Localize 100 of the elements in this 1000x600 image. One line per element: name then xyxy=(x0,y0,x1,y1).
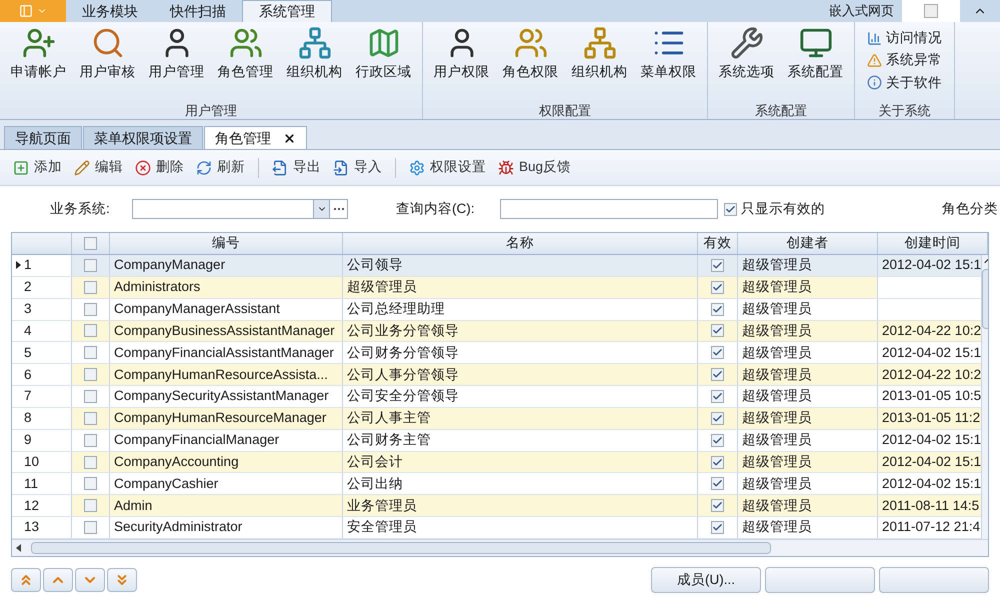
ribbon-button[interactable]: 申请帐户 xyxy=(4,26,73,82)
checkbox[interactable] xyxy=(711,324,724,338)
dialog-button[interactable] xyxy=(879,567,989,593)
toolbar-button[interactable]: Bug反馈 xyxy=(495,157,574,178)
ribbon-button[interactable]: 行政区域 xyxy=(349,26,418,82)
move-button[interactable] xyxy=(43,568,73,592)
browse-icon[interactable] xyxy=(329,200,347,218)
table-row[interactable]: 2 Administrators 超级管理员 超级管理员 xyxy=(12,276,982,299)
table-row[interactable]: 12 Admin 业务管理员 超级管理员 2011-08-11 14:5 xyxy=(12,495,982,518)
ribbon-button[interactable]: 用户权限 xyxy=(427,26,496,82)
table-cell: 超级管理员 xyxy=(738,364,878,386)
table-row[interactable]: 4 CompanyBusinessAssistantManager 公司业务分管领导 超级管理员 2012-04-22 10:2 xyxy=(12,320,982,342)
document-tab[interactable]: 菜单权限项设置 xyxy=(83,126,203,149)
checkbox[interactable] xyxy=(84,456,97,469)
field-label: 查询内容(C): xyxy=(396,200,476,218)
ribbon-tab[interactable]: 快件扫描 xyxy=(154,0,242,22)
ribbon-button[interactable]: 组织机构 xyxy=(565,26,634,82)
checkbox[interactable] xyxy=(84,434,97,447)
move-button[interactable] xyxy=(75,568,105,592)
move-button[interactable] xyxy=(11,568,41,592)
checkbox[interactable] xyxy=(711,302,724,316)
table-row[interactable]: 13 SecurityAdministrator 安全管理员 超级管理员 2011-07-12 21:4 xyxy=(12,517,982,539)
table-cell: 超级管理员 xyxy=(738,473,878,494)
column-header[interactable]: 名称 xyxy=(343,233,698,254)
checkbox[interactable] xyxy=(84,346,97,360)
ribbon-button[interactable]: 用户管理 xyxy=(142,26,211,82)
checkbox[interactable] xyxy=(711,258,724,272)
window-restore-icon[interactable] xyxy=(924,4,938,18)
monitor-icon xyxy=(798,26,832,60)
checkbox[interactable] xyxy=(711,280,724,294)
table-cell: 公司总经理助理 xyxy=(343,298,698,320)
checkbox[interactable] xyxy=(711,434,724,447)
ribbon-tab[interactable]: 系统管理 xyxy=(242,0,332,22)
table-row[interactable]: 8 CompanyHumanResourceManager 公司人事主管 超级管理员 2013-01-05 11:2 xyxy=(12,408,982,430)
checkbox[interactable] xyxy=(84,324,97,338)
dialog-button[interactable]: 成员(U)... xyxy=(651,567,761,593)
ribbon-small-button[interactable]: 访问情况 xyxy=(867,28,942,48)
scroll-left-icon[interactable] xyxy=(16,544,21,552)
checkbox[interactable] xyxy=(84,280,97,294)
ribbon-tab[interactable]: 业务模块 xyxy=(66,0,154,22)
table-cell-text: 2013-01-05 11:2 xyxy=(882,409,980,428)
table-cell-text: 2012-04-22 10:2 xyxy=(882,322,982,340)
table-row[interactable]: 9 CompanyFinancialManager 公司财务主管 超级管理员 2012-04-02 15:1 xyxy=(12,430,982,452)
checkbox[interactable] xyxy=(84,390,97,403)
table-row[interactable]: 11 CompanyCashier 公司出纳 超级管理员 2012-04-02 15:1 xyxy=(12,473,982,496)
checkbox[interactable] xyxy=(724,202,737,216)
column-header[interactable]: 有效 xyxy=(698,233,738,254)
checkbox[interactable] xyxy=(711,477,724,490)
table-row[interactable]: 7 CompanySecurityAssistantManager 公司安全分管领导 超级管理员 2013-01-05 10:5 xyxy=(12,386,982,408)
toolbar-button[interactable]: 导入 xyxy=(330,157,385,178)
app-menu-button[interactable] xyxy=(0,0,66,22)
checkbox[interactable] xyxy=(84,499,97,512)
table-cell: 公司财务分管领导 xyxy=(343,342,698,364)
checkbox[interactable] xyxy=(711,499,724,512)
toolbar-button[interactable]: 权限设置 xyxy=(406,157,489,178)
checkbox[interactable] xyxy=(84,302,97,316)
toolbar-button[interactable]: 刷新 xyxy=(193,157,248,178)
field-label: 业务系统: xyxy=(50,200,111,218)
document-tab[interactable]: 导航页面 xyxy=(4,126,82,149)
column-header[interactable]: 创建者 xyxy=(738,233,878,254)
checkbox[interactable] xyxy=(84,477,97,490)
toolbar-button[interactable]: 删除 xyxy=(132,157,187,178)
toolbar-button[interactable]: 导出 xyxy=(269,157,324,178)
checkbox[interactable] xyxy=(711,521,724,534)
document-tab[interactable]: 角色管理 xyxy=(204,126,307,149)
dialog-button[interactable] xyxy=(765,567,875,593)
ribbon-button[interactable]: 用户审核 xyxy=(73,26,142,82)
ribbon-small-button[interactable]: 关于软件 xyxy=(867,72,942,93)
checkbox[interactable] xyxy=(84,237,97,250)
checkbox[interactable] xyxy=(711,368,724,382)
ribbon-button[interactable]: 组织机构 xyxy=(280,26,349,82)
ribbon-button[interactable]: 菜单权限 xyxy=(634,26,703,82)
checkbox[interactable] xyxy=(84,258,97,272)
table-row[interactable]: 6 CompanyHumanResourceAssista... 公司人事分管领导 超级管理员 2012-04-22 10:2 xyxy=(12,364,982,386)
checkbox[interactable] xyxy=(84,412,97,425)
ribbon-small-button[interactable]: 系统异常 xyxy=(867,50,942,70)
ribbon-button[interactable]: 角色管理 xyxy=(211,26,280,82)
checkbox[interactable] xyxy=(711,346,724,360)
move-button[interactable] xyxy=(107,568,137,592)
horizontal-scrollbar[interactable] xyxy=(12,539,988,556)
table-row[interactable]: 1 CompanyManager 公司领导 超级管理员 2012-04-02 15:1 xyxy=(12,255,982,277)
checkbox[interactable] xyxy=(711,390,724,403)
checkbox[interactable] xyxy=(711,412,724,425)
table-row[interactable]: 3 CompanyManagerAssistant 公司总经理助理 超级管理员 xyxy=(12,298,982,321)
checkbox[interactable] xyxy=(84,521,97,534)
query-field[interactable] xyxy=(500,199,718,219)
table-row[interactable]: 10 CompanyAccounting 公司会计 超级管理员 2012-04-02 15:1 xyxy=(12,452,982,474)
embedded-web-label: 嵌入式网页 xyxy=(829,2,894,20)
toolbar-button[interactable]: 编辑 xyxy=(71,157,126,178)
checkbox[interactable] xyxy=(711,456,724,469)
checkbox[interactable] xyxy=(84,368,97,382)
toolbar-button[interactable]: 添加 xyxy=(10,157,65,178)
ribbon-button[interactable]: 系统配置 xyxy=(781,26,850,82)
group-title: 关于系统 xyxy=(878,102,930,120)
column-header[interactable]: 创建时间 xyxy=(878,233,988,254)
ribbon-button[interactable]: 角色权限 xyxy=(496,26,565,82)
table-row[interactable]: 5 CompanyFinancialAssistantManager 公司财务分管领导 超级管理员 2012-04-02 15:1 xyxy=(12,342,982,364)
ribbon-button[interactable]: 系统选项 xyxy=(712,26,781,82)
column-header[interactable]: 编号 xyxy=(110,233,343,254)
close-icon[interactable] xyxy=(283,132,296,144)
